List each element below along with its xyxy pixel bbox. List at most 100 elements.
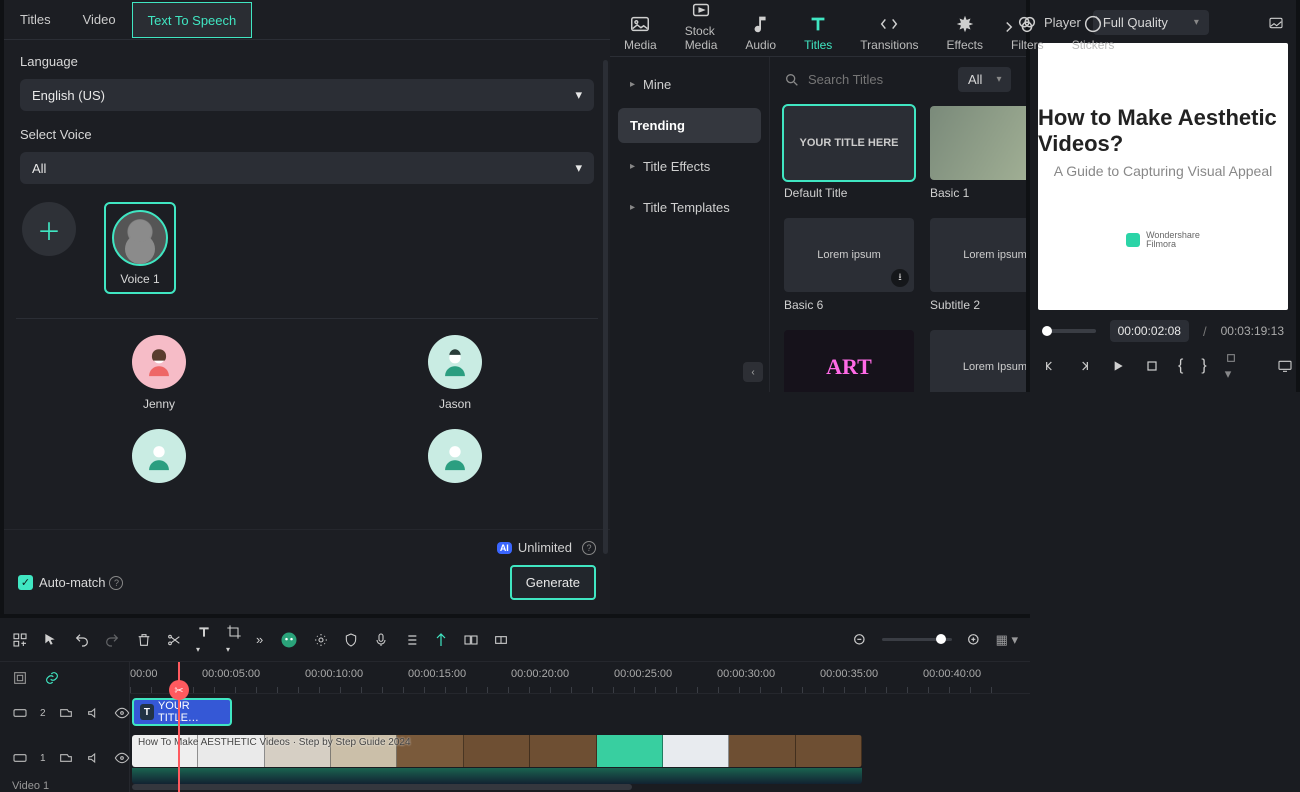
group-icon[interactable] — [463, 632, 479, 648]
visibility-icon[interactable] — [114, 750, 130, 766]
tab-audio[interactable]: Audio — [739, 9, 782, 56]
tab-media[interactable]: Media — [618, 9, 663, 56]
add-track-icon[interactable] — [12, 632, 28, 648]
voice-preset-jason[interactable]: Jason — [428, 335, 482, 411]
add-to-track-icon[interactable] — [58, 705, 74, 721]
tabs-overflow-icon[interactable] — [1000, 18, 1018, 36]
timeline-options-icon[interactable] — [12, 670, 28, 686]
redo-icon[interactable] — [104, 632, 120, 648]
rtab-tts[interactable]: Text To Speech — [132, 2, 253, 38]
video-track-name: Video 1 — [0, 780, 129, 792]
video-clip[interactable]: How To Make AESTHETIC Videos · Step by S… — [132, 735, 862, 767]
play-icon[interactable] — [1110, 358, 1126, 374]
filter-dropdown[interactable]: All — [958, 67, 1011, 92]
keyframe-icon[interactable] — [493, 632, 509, 648]
ai-assist-icon[interactable] — [279, 630, 299, 650]
tile-thumb: Lorem ipsum⭳ — [930, 218, 1026, 292]
scrub-handle[interactable] — [1042, 326, 1052, 336]
timeline-scrollbar[interactable] — [132, 784, 632, 790]
playhead[interactable]: ✂ — [178, 662, 180, 792]
tab-effects[interactable]: Effects — [941, 9, 989, 56]
list-icon[interactable] — [403, 632, 419, 648]
divider — [16, 318, 598, 319]
help-icon[interactable]: ? — [109, 576, 123, 590]
more-tools-icon[interactable]: » — [256, 632, 263, 647]
add-to-track-icon[interactable] — [58, 750, 74, 766]
tile-basic-6[interactable]: Lorem ipsum⭳Basic 6 — [784, 218, 914, 312]
aspect-dropdown[interactable]: ▾ — [1225, 350, 1241, 382]
search-input[interactable] — [808, 72, 948, 87]
tile-thumb: YOUR TITLE HERE — [784, 106, 914, 180]
title-clip[interactable]: TYOUR TITLE… — [132, 698, 232, 726]
rtab-titles[interactable]: Titles — [4, 2, 67, 37]
track-1[interactable]: How To Make AESTHETIC Videos · Step by S… — [130, 732, 1030, 788]
scrub-bar[interactable] — [1042, 329, 1096, 333]
link-icon[interactable] — [44, 670, 60, 686]
color-icon[interactable] — [313, 632, 329, 648]
time-ruler[interactable]: 00:00 00:00:05:00 00:00:10:00 00:00:15:0… — [130, 662, 1030, 694]
track-2[interactable]: TYOUR TITLE… — [130, 694, 1030, 732]
shield-icon[interactable] — [343, 632, 359, 648]
auto-match-checkbox[interactable]: ✓Auto-match? — [18, 575, 123, 590]
track-icon — [12, 750, 28, 766]
delete-icon[interactable] — [136, 632, 152, 648]
zoom-in-icon[interactable] — [966, 632, 982, 648]
gallery-more-menu[interactable]: ••• — [1021, 71, 1026, 89]
tab-stickers[interactable]: Stickers — [1066, 9, 1121, 56]
generate-button[interactable]: Generate — [510, 565, 596, 600]
tab-stock-media[interactable]: Stock Media — [679, 0, 724, 56]
track-header-1[interactable]: 1 — [0, 732, 129, 784]
snapshot-icon[interactable] — [1268, 15, 1284, 31]
visibility-icon[interactable] — [114, 705, 130, 721]
tile-subtitle-2[interactable]: Lorem ipsum⭳Subtitle 2 — [930, 218, 1026, 312]
add-voice-button[interactable]: ＋ — [22, 202, 76, 256]
crop-icon[interactable]: ▾ — [226, 624, 242, 655]
next-frame-icon[interactable] — [1076, 358, 1092, 374]
split-icon[interactable] — [166, 632, 182, 648]
preview-viewport[interactable]: How to Make Aesthetic Videos? A Guide to… — [1038, 43, 1288, 310]
voice-avatar-icon — [112, 210, 168, 266]
zoom-out-icon[interactable] — [852, 632, 868, 648]
stop-icon[interactable] — [1144, 358, 1160, 374]
select-tool-icon[interactable] — [42, 632, 58, 648]
mute-icon[interactable] — [86, 750, 102, 766]
tile-lorem[interactable]: Lorem Ipsum — [930, 330, 1026, 392]
zoom-slider[interactable] — [882, 638, 952, 641]
help-icon[interactable]: ? — [582, 541, 596, 555]
text-tool-icon[interactable]: ▾ — [196, 624, 212, 655]
right-panel-scrollbar[interactable] — [603, 60, 608, 554]
voice-preset-3[interactable] — [132, 429, 186, 483]
sidebar-collapse-button[interactable]: ‹ — [743, 362, 763, 382]
playhead-scissors-icon[interactable]: ✂ — [169, 680, 189, 700]
display-icon[interactable] — [1277, 358, 1293, 374]
zoom-knob[interactable] — [936, 634, 946, 644]
tile-art[interactable]: ART — [784, 330, 914, 392]
voice-preset-jenny[interactable]: Jenny — [132, 335, 186, 411]
voice-custom-selected[interactable]: Voice 1 — [104, 202, 176, 294]
view-grid-icon[interactable]: ▦ ▾ — [996, 632, 1018, 648]
language-select[interactable]: English (US)▾ — [20, 79, 594, 111]
titles-icon — [807, 13, 829, 35]
marker-icon[interactable] — [433, 632, 449, 648]
track-header-2[interactable]: 2 — [0, 694, 129, 732]
mark-in-icon[interactable]: { — [1178, 357, 1183, 375]
mute-icon[interactable] — [86, 705, 102, 721]
prev-frame-icon[interactable] — [1042, 358, 1058, 374]
mark-out-icon[interactable]: } — [1201, 357, 1206, 375]
current-time: 00:00:02:08 — [1110, 320, 1189, 342]
tile-basic-1[interactable]: Basic 1 — [930, 106, 1026, 200]
voice-preset-4[interactable] — [428, 429, 482, 483]
tile-default-title[interactable]: YOUR TITLE HEREDefault Title — [784, 106, 914, 200]
rtab-video[interactable]: Video — [67, 2, 132, 37]
effects-icon — [954, 13, 976, 35]
sidebar-item-title-effects[interactable]: ▸Title Effects — [618, 149, 761, 184]
sidebar-item-mine[interactable]: ▸Mine — [618, 67, 761, 102]
sidebar-item-title-templates[interactable]: ▸Title Templates — [618, 190, 761, 225]
mic-icon[interactable] — [373, 632, 389, 648]
download-icon[interactable]: ⭳ — [891, 269, 909, 287]
tab-transitions[interactable]: Transitions — [854, 9, 924, 56]
undo-icon[interactable] — [74, 632, 90, 648]
voice-filter-select[interactable]: All▾ — [20, 152, 594, 184]
tab-titles[interactable]: Titles — [798, 9, 838, 56]
sidebar-item-trending[interactable]: Trending — [618, 108, 761, 143]
